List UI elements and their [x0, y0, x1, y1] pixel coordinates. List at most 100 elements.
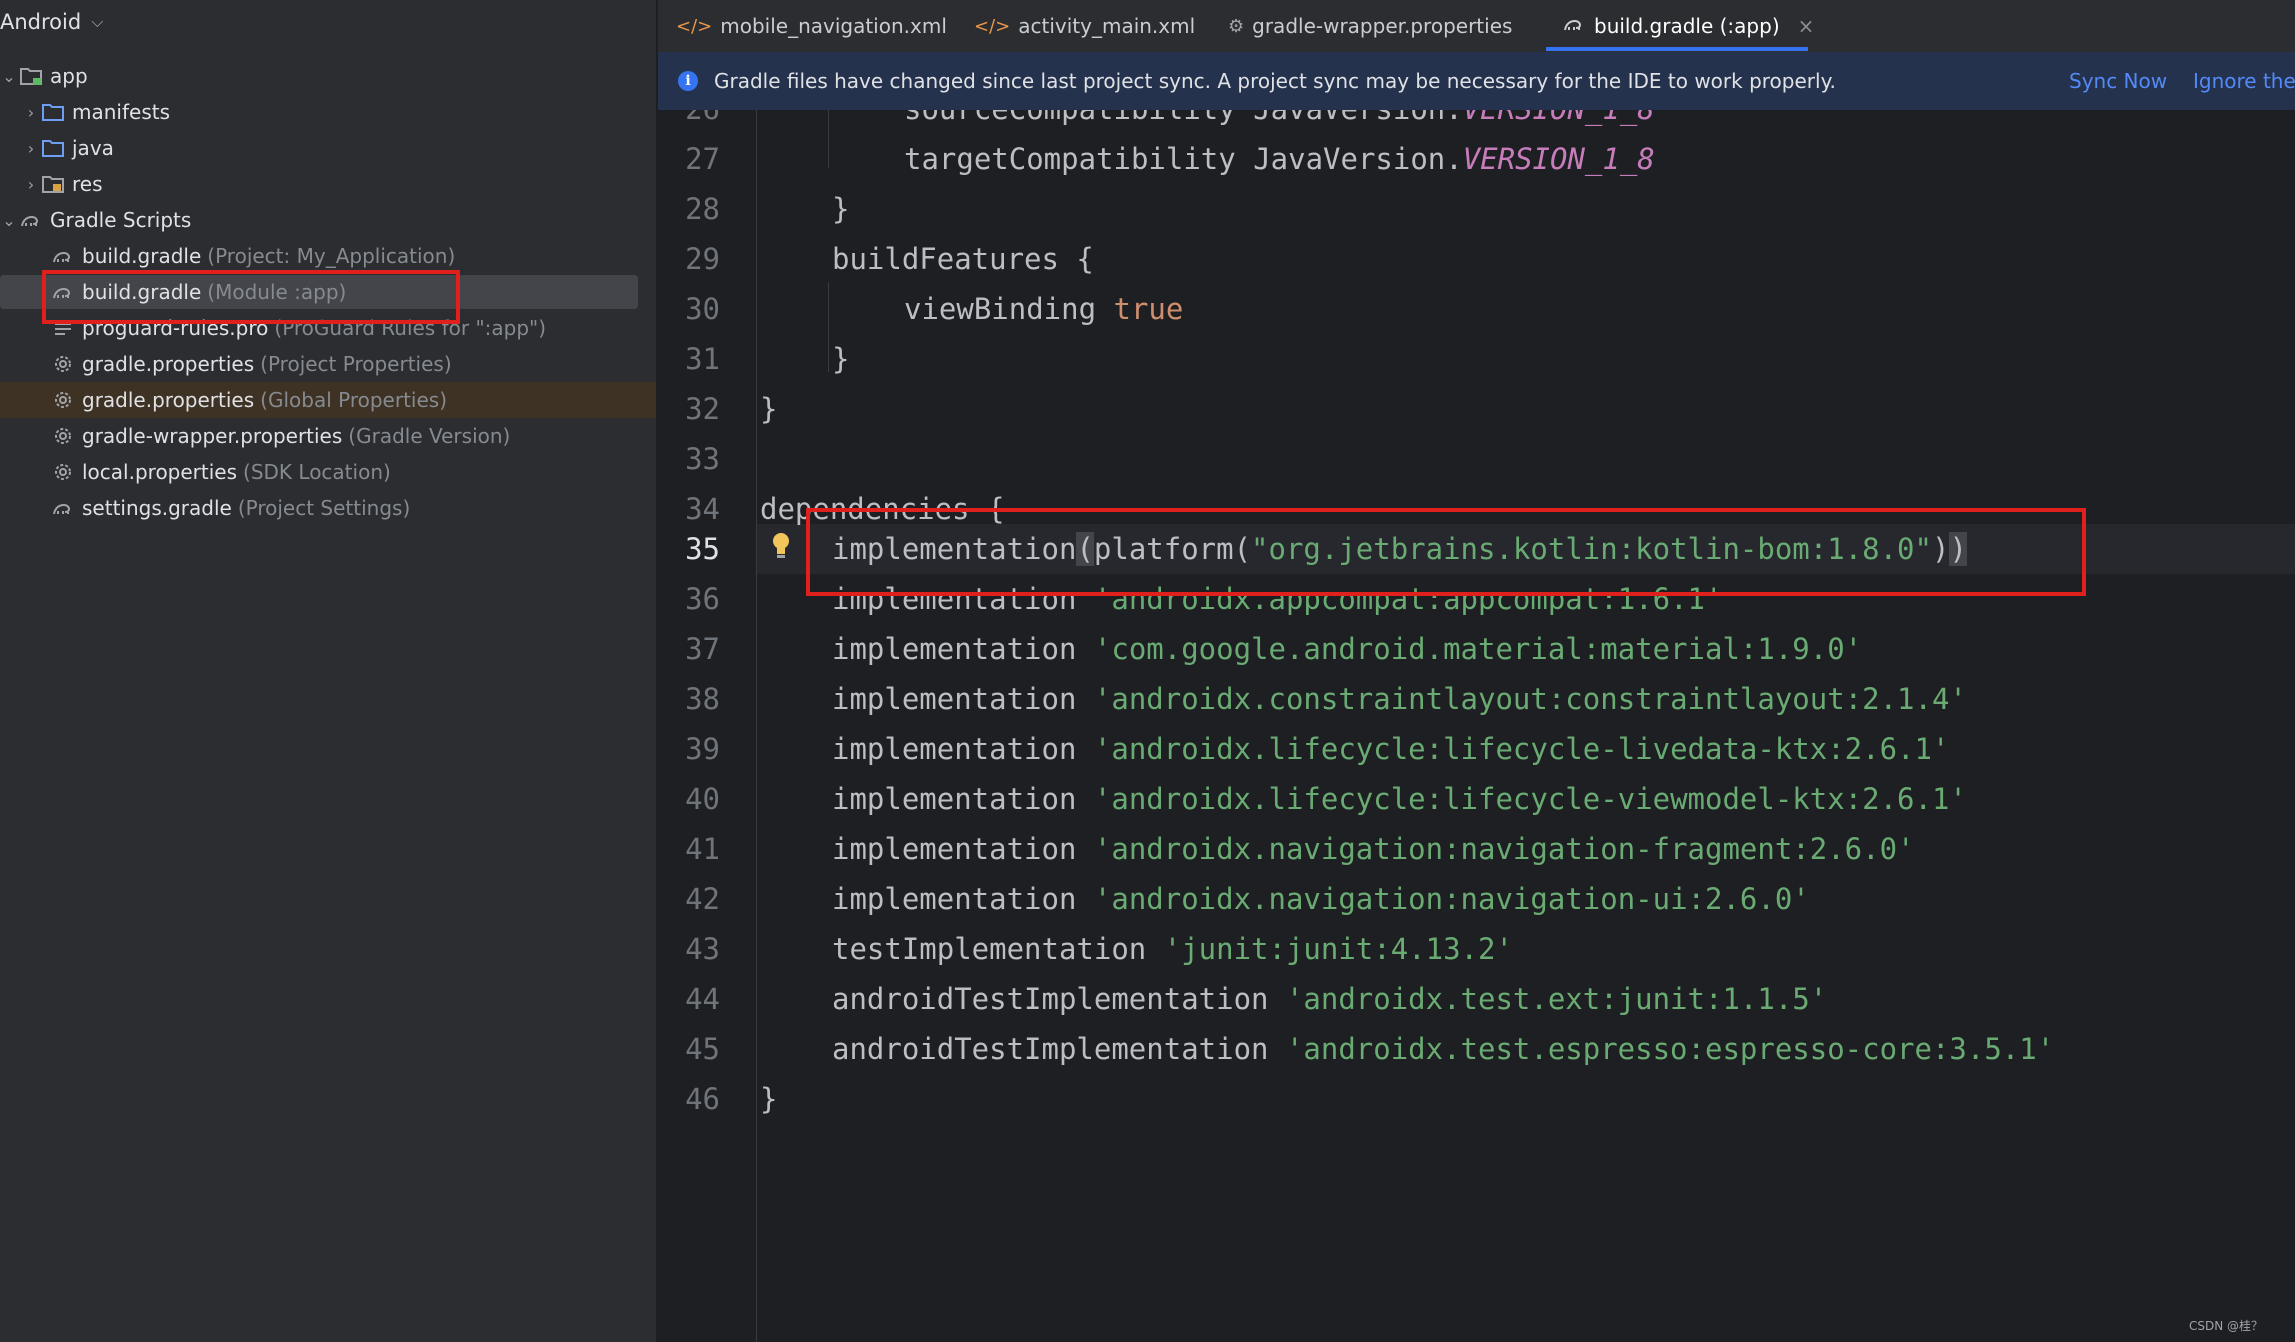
line-number: 42 — [685, 882, 720, 916]
tree-item-label: manifests — [72, 100, 170, 124]
tree-item-hint: (Global Properties) — [260, 388, 447, 412]
tree-item-hint: (Project Settings) — [237, 496, 411, 520]
project-view-selector[interactable]: Android ⌵ — [0, 0, 656, 44]
code-text: androidTestImplementation — [832, 1032, 1286, 1066]
tree-item-java[interactable]: › java — [22, 130, 114, 166]
tree-item-label: build.gradle — [82, 244, 202, 268]
code-string: 'androidx.test.espresso:espresso-core:3.… — [1285, 1032, 2055, 1066]
annotation-highlight-box — [806, 508, 2086, 596]
tree-item-manifests[interactable]: › manifests — [22, 94, 170, 130]
code-line: implementation 'androidx.constraintlayou… — [832, 674, 1967, 724]
code-line: } — [760, 1082, 778, 1116]
code-line: } — [760, 392, 778, 426]
code-editor[interactable]: 26 27 28 29 30 31 32 33 34 35 36 37 38 3… — [658, 110, 2295, 1342]
close-icon[interactable]: × — [1798, 14, 1815, 38]
ignore-changes-link[interactable]: Ignore thes — [2193, 69, 2295, 93]
tree-item-app[interactable]: ⌄ app — [0, 58, 87, 94]
tree-item-label: res — [72, 172, 103, 196]
code-line: } — [832, 192, 850, 226]
indent-guide — [828, 282, 829, 372]
tree-item-local-properties[interactable]: local.properties (SDK Location) — [50, 454, 391, 490]
tab-activity-main-xml[interactable]: </> activity_main.xml — [974, 0, 1195, 52]
code-text: implementation — [832, 682, 1094, 716]
line-number: 36 — [685, 582, 720, 616]
gear-icon — [50, 351, 76, 377]
code-string: 'com.google.android.material:material:1.… — [1093, 632, 1863, 666]
line-number: 45 — [685, 1032, 720, 1066]
tree-item-build-gradle-project[interactable]: build.gradle (Project: My_Application) — [50, 238, 455, 274]
tree-item-res[interactable]: › res — [22, 166, 103, 202]
line-number: 46 — [685, 1082, 720, 1116]
tree-item-settings-gradle[interactable]: settings.gradle (Project Settings) — [50, 490, 410, 526]
code-text: targetCompatibility JavaVersion. — [904, 142, 1463, 176]
active-tab-indicator — [1546, 47, 1808, 51]
code-text: androidTestImplementation — [832, 982, 1286, 1016]
tree-item-gradle-properties-global[interactable]: gradle.properties (Global Properties) — [50, 382, 447, 418]
project-tool-window: Android ⌵ ⌄ app › manifests › java › res — [0, 0, 658, 1342]
banner-message: Gradle files have changed since last pro… — [714, 69, 1836, 93]
chevron-right-icon[interactable]: › — [22, 139, 40, 158]
code-text: implementation — [832, 732, 1094, 766]
gear-icon — [50, 459, 76, 485]
tree-item-label: settings.gradle — [82, 496, 232, 520]
line-number: 26 — [658, 110, 720, 134]
code-line: implementation 'androidx.lifecycle:lifec… — [832, 774, 1967, 824]
tree-item-hint: (SDK Location) — [243, 460, 391, 484]
tree-item-gradle-properties-project[interactable]: gradle.properties (Project Properties) — [50, 346, 452, 382]
code-text: implementation — [832, 632, 1094, 666]
sync-now-link[interactable]: Sync Now — [2069, 69, 2167, 93]
line-number-current: 35 — [685, 532, 720, 566]
chevron-down-icon: ⌵ — [91, 12, 104, 31]
chevron-right-icon[interactable]: › — [22, 103, 40, 122]
watermark: CSDN @桂？ — [2188, 1319, 2263, 1333]
folder-icon — [40, 135, 66, 161]
gutter-separator — [756, 110, 757, 1342]
annotation-highlight-box — [42, 270, 460, 324]
code-string: 'androidx.constraintlayout:constraintlay… — [1093, 682, 1967, 716]
code-text: implementation — [832, 832, 1094, 866]
code-string: 'androidx.lifecycle:lifecycle-livedata-k… — [1093, 732, 1950, 766]
tree-item-gradle-scripts[interactable]: ⌄ Gradle Scripts — [0, 202, 191, 238]
line-number: 40 — [685, 782, 720, 816]
gradle-icon — [50, 243, 76, 269]
tree-item-label: local.properties — [82, 460, 238, 484]
chevron-down-icon[interactable]: ⌄ — [0, 67, 18, 86]
line-number: 28 — [685, 192, 720, 226]
code-line: androidTestImplementation 'androidx.test… — [832, 974, 1827, 1024]
code-line: implementation 'com.google.android.mater… — [832, 624, 1862, 674]
res-folder-icon — [40, 171, 66, 197]
chevron-right-icon[interactable]: › — [22, 175, 40, 194]
line-number: 30 — [685, 292, 720, 326]
code-string: 'androidx.navigation:navigation-ui:2.6.0… — [1093, 882, 1810, 916]
tab-label: build.gradle (:app) — [1594, 14, 1780, 38]
line-number: 33 — [685, 442, 720, 476]
code-line: } — [832, 342, 850, 376]
line-number: 39 — [685, 732, 720, 766]
line-number: 32 — [685, 392, 720, 426]
tab-label: activity_main.xml — [1018, 14, 1196, 38]
module-folder-icon — [18, 63, 44, 89]
code-text: viewBinding — [904, 292, 1114, 326]
code-text: testImplementation — [832, 932, 1164, 966]
gear-icon — [50, 423, 76, 449]
line-number: 31 — [685, 342, 720, 376]
line-number: 43 — [685, 932, 720, 966]
tab-label: gradle-wrapper.properties — [1252, 14, 1513, 38]
code-line: sourceCompatibility JavaVersion.VERSION_… — [904, 110, 1655, 134]
line-number: 29 — [685, 242, 720, 276]
tree-item-gradle-wrapper-properties[interactable]: gradle-wrapper.properties (Gradle Versio… — [50, 418, 510, 454]
code-constant: VERSION_1_8 — [1462, 142, 1655, 176]
chevron-down-icon[interactable]: ⌄ — [0, 211, 18, 230]
tab-gradle-wrapper-properties[interactable]: ⚙ gradle-wrapper.properties — [1228, 0, 1512, 52]
tab-build-gradle-app[interactable]: build.gradle (:app) × — [1562, 0, 1814, 52]
tree-item-label: gradle-wrapper.properties — [82, 424, 343, 448]
gradle-icon — [18, 207, 44, 233]
tab-mobile-navigation-xml[interactable]: </> mobile_navigation.xml — [676, 0, 947, 52]
tree-item-hint: (Gradle Version) — [348, 424, 511, 448]
gear-icon: ⚙ — [1228, 15, 1245, 37]
code-line: buildFeatures { — [832, 242, 1094, 276]
lightbulb-icon[interactable] — [770, 530, 792, 562]
tree-item-label: gradle.properties — [82, 352, 255, 376]
code-line: testImplementation 'junit:junit:4.13.2' — [832, 924, 1513, 974]
code-constant: VERSION_1_8 — [1463, 110, 1655, 126]
